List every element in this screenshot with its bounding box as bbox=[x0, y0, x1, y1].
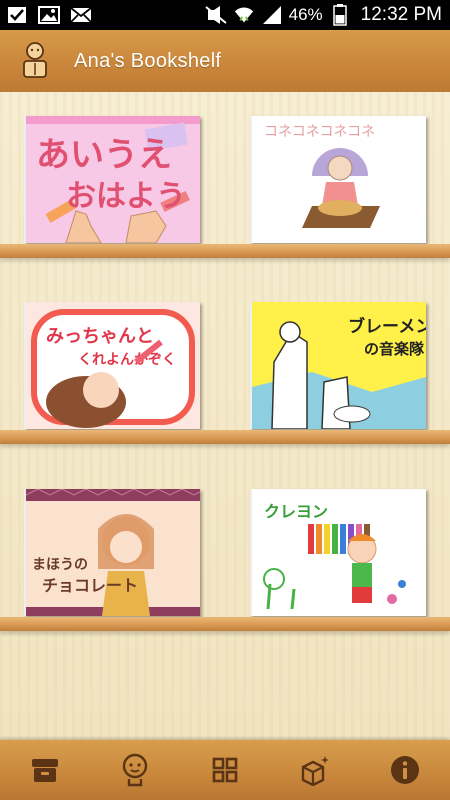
svg-text:おはよう: おはよう bbox=[66, 179, 186, 214]
svg-text:コネコネコネコネ: コネコネコネコネ bbox=[264, 124, 375, 140]
svg-text:まほうの: まほうの bbox=[32, 557, 88, 573]
battery-percent: 46% bbox=[288, 5, 323, 24]
svg-text:ブレーメン: ブレーメン bbox=[348, 316, 426, 337]
shelf-plank bbox=[0, 430, 450, 444]
grid-icon[interactable] bbox=[202, 747, 248, 793]
shelf-plank bbox=[0, 617, 450, 631]
svg-text:の音楽隊: の音楽隊 bbox=[364, 340, 425, 358]
image-icon bbox=[38, 5, 60, 25]
mute-icon bbox=[205, 5, 227, 25]
book-cover-mahou-chocolate[interactable]: まほうの チョコレート bbox=[24, 489, 200, 616]
book-cover-aiueohayou[interactable]: あいうえ おはよう bbox=[24, 116, 200, 243]
svg-text:あいうえ: あいうえ bbox=[36, 135, 172, 175]
book-cover-micchan[interactable]: みっちゃんと くれよんかぞく bbox=[24, 302, 200, 429]
battery-icon bbox=[329, 4, 351, 26]
svg-text:チョコレート: チョコレート bbox=[42, 576, 138, 595]
signal-icon bbox=[261, 5, 283, 25]
archive-box-icon[interactable] bbox=[22, 747, 68, 793]
status-bar: 46% 12:32 PM bbox=[0, 0, 450, 30]
reading-character-icon[interactable] bbox=[18, 41, 52, 81]
checkbox-icon bbox=[6, 5, 28, 25]
book-cover-crayon[interactable]: クレヨン bbox=[250, 489, 426, 616]
bottom-navigation bbox=[0, 740, 450, 800]
svg-text:みっちゃんと: みっちゃんと bbox=[46, 326, 154, 347]
app-header: Ana's Bookshelf bbox=[0, 30, 450, 92]
svg-text:クレヨン: クレヨン bbox=[264, 502, 328, 521]
shelf-plank bbox=[0, 244, 450, 258]
wifi-icon bbox=[233, 5, 255, 25]
book-cover-konekonekonekone[interactable]: コネコネコネコネ bbox=[250, 116, 426, 243]
bookshelf: あいうえ おはよう コネコネコネコネ みっちゃんと くれよんかぞく ブレーメン … bbox=[0, 92, 450, 740]
page-title: Ana's Bookshelf bbox=[74, 49, 222, 72]
character-face-icon[interactable] bbox=[112, 747, 158, 793]
cube-sparkle-icon[interactable] bbox=[292, 747, 338, 793]
mail-icon bbox=[70, 5, 92, 25]
book-cover-bremen[interactable]: ブレーメン の音楽隊 bbox=[250, 302, 426, 429]
svg-text:くれよんかぞく: くれよんかぞく bbox=[78, 352, 176, 368]
clock: 12:32 PM bbox=[360, 4, 442, 25]
info-icon[interactable] bbox=[382, 747, 428, 793]
